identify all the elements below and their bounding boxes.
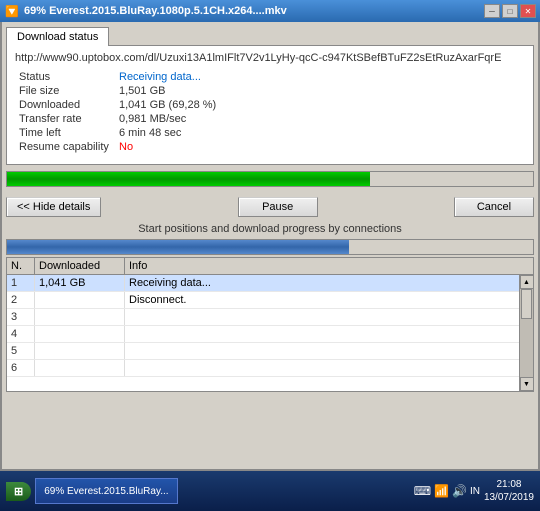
pause-button[interactable]: Pause	[238, 197, 318, 217]
row-n: 5	[7, 343, 35, 359]
taskbar-active-app[interactable]: 69% Everest.2015.BluRay...	[35, 478, 177, 504]
timeleft-value: 6 min 48 sec	[115, 126, 525, 140]
row-downloaded: 1,041 GB	[35, 275, 125, 291]
row-info: Disconnect.	[125, 292, 519, 308]
scroll-down-button[interactable]: ▼	[520, 377, 534, 391]
row-n: 3	[7, 309, 35, 325]
filesize-label: File size	[15, 84, 115, 98]
scroll-up-button[interactable]: ▲	[520, 275, 534, 289]
row-info	[125, 343, 519, 359]
connections-label: Start positions and download progress by…	[2, 221, 538, 237]
clock-time: 21:08	[484, 478, 534, 491]
url-text: http://www90.uptobox.com/dl/Uzuxi13A1lmI…	[15, 52, 525, 64]
filesize-row: File size 1,501 GB	[15, 84, 525, 98]
start-button[interactable]: ⊞	[6, 482, 31, 501]
connections-progress-bar	[6, 239, 534, 255]
connections-progress-fill	[7, 240, 349, 254]
scroll-track	[520, 289, 533, 377]
table-body: 1 1,041 GB Receiving data... 2 Disconnec…	[7, 275, 533, 391]
scrollbar-vertical[interactable]: ▲ ▼	[519, 275, 533, 391]
header-downloaded: Downloaded	[35, 258, 125, 274]
main-progress-bar	[6, 171, 534, 187]
main-window: Download status http://www90.uptobox.com…	[0, 22, 540, 471]
timeleft-row: Time left 6 min 48 sec	[15, 126, 525, 140]
volume-icon: 🔊	[452, 484, 467, 498]
status-label: Status	[15, 70, 115, 84]
hide-details-button[interactable]: << Hide details	[6, 197, 101, 217]
downloaded-value: 1,041 GB (69,28 %)	[115, 98, 525, 112]
content-area: http://www90.uptobox.com/dl/Uzuxi13A1lmI…	[6, 45, 534, 165]
row-info	[125, 309, 519, 325]
window-controls: ─ □ ✕	[484, 4, 536, 18]
status-value: Receiving data...	[115, 70, 525, 84]
table-row[interactable]: 4	[7, 326, 519, 343]
tab-bar: Download status	[2, 22, 538, 45]
table-header: N. Downloaded Info	[7, 258, 533, 275]
system-clock: 21:08 13/07/2019	[484, 478, 534, 504]
transfer-label: Transfer rate	[15, 112, 115, 126]
downloaded-row: Downloaded 1,041 GB (69,28 %)	[15, 98, 525, 112]
clock-date: 13/07/2019	[484, 491, 534, 504]
info-table: Status Receiving data... File size 1,501…	[15, 70, 525, 154]
resume-value: No	[115, 140, 525, 154]
row-info: Receiving data...	[125, 275, 519, 291]
taskbar: ⊞ 69% Everest.2015.BluRay... ⌨ 📶 🔊 IN 21…	[0, 471, 540, 511]
maximize-button[interactable]: □	[502, 4, 518, 18]
row-downloaded	[35, 360, 125, 376]
cancel-button[interactable]: Cancel	[454, 197, 534, 217]
timeleft-label: Time left	[15, 126, 115, 140]
row-downloaded	[35, 326, 125, 342]
row-info	[125, 360, 519, 376]
status-row: Status Receiving data...	[15, 70, 525, 84]
row-n: 4	[7, 326, 35, 342]
table-row[interactable]: 6	[7, 360, 519, 377]
lang-indicator: IN	[470, 486, 480, 497]
transfer-row: Transfer rate 0,981 MB/sec	[15, 112, 525, 126]
tray-icons: ⌨ 📶 🔊 IN	[414, 484, 480, 498]
title-bar: 🔽 69% Everest.2015.BluRay.1080p.5.1CH.x2…	[0, 0, 540, 22]
table-row[interactable]: 3	[7, 309, 519, 326]
resume-row: Resume capability No	[15, 140, 525, 154]
minimize-button[interactable]: ─	[484, 4, 500, 18]
scroll-thumb[interactable]	[521, 289, 532, 319]
buttons-row: << Hide details Pause Cancel	[2, 193, 538, 221]
main-progress-fill	[7, 172, 370, 186]
row-downloaded	[35, 292, 125, 308]
keyboard-icon: ⌨	[414, 484, 431, 498]
downloaded-label: Downloaded	[15, 98, 115, 112]
downloads-table: N. Downloaded Info 1 1,041 GB Receiving …	[6, 257, 534, 392]
row-n: 2	[7, 292, 35, 308]
tab-download-status[interactable]: Download status	[6, 27, 109, 46]
table-row[interactable]: 1 1,041 GB Receiving data...	[7, 275, 519, 292]
network-icon: 📶	[434, 484, 449, 498]
header-n: N.	[7, 258, 35, 274]
resume-label: Resume capability	[15, 140, 115, 154]
table-row[interactable]: 2 Disconnect.	[7, 292, 519, 309]
close-button[interactable]: ✕	[520, 4, 536, 18]
window-title: 69% Everest.2015.BluRay.1080p.5.1CH.x264…	[24, 5, 484, 17]
filesize-value: 1,501 GB	[115, 84, 525, 98]
row-info	[125, 326, 519, 342]
transfer-value: 0,981 MB/sec	[115, 112, 525, 126]
row-n: 6	[7, 360, 35, 376]
header-info: Info	[125, 258, 533, 274]
row-n: 1	[7, 275, 35, 291]
app-icon: 🔽	[4, 3, 20, 19]
row-downloaded	[35, 309, 125, 325]
row-downloaded	[35, 343, 125, 359]
table-row[interactable]: 5	[7, 343, 519, 360]
